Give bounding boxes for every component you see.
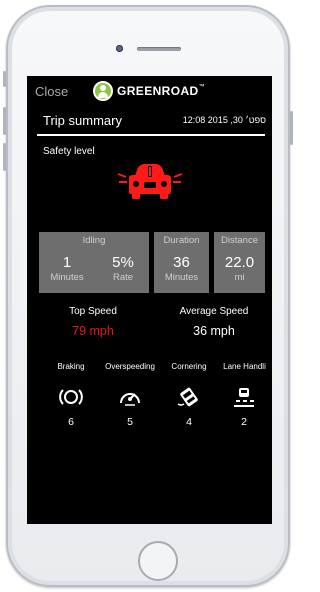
overspeeding-label: Overspeeding <box>105 362 155 371</box>
distance-value: 22.0 <box>224 254 255 271</box>
close-button[interactable]: Close <box>35 84 68 99</box>
page-title: Trip summary <box>43 113 122 128</box>
braking-count: 6 <box>68 416 74 428</box>
idling-minutes-value: 1 <box>62 254 72 271</box>
trip-date: 12:08 2015 ,30 ספט׳ <box>182 115 266 125</box>
distance-stat-box: Distance 22.0 mi <box>214 232 265 293</box>
idling-rate-unit: Rate <box>112 272 134 283</box>
cornering-count: 4 <box>186 416 192 428</box>
safety-level-label: Safety level <box>43 146 95 157</box>
header-divider <box>37 134 265 136</box>
greenroad-logo-icon <box>93 81 113 101</box>
lane-handling-icon[interactable] <box>230 386 258 408</box>
phone-side-button <box>3 71 6 87</box>
phone-volume-down-button <box>3 143 6 171</box>
duration-label: Duration <box>163 235 200 246</box>
phone-volume-up-button <box>3 107 6 135</box>
lane-handling-count: 2 <box>241 416 247 428</box>
app-screen: Close GREENROAD™ Trip summary 12:08 2015… <box>27 76 272 524</box>
idling-label: Idling <box>82 235 106 246</box>
safety-car-icon <box>117 164 183 199</box>
braking-label: Braking <box>57 362 85 371</box>
distance-label: Distance <box>221 235 258 246</box>
distance-unit: mi <box>234 272 245 283</box>
front-camera <box>116 45 123 52</box>
overspeeding-count: 5 <box>127 416 133 428</box>
lane-handling-label: Lane Handli <box>223 362 266 371</box>
trip-header: Trip summary 12:08 2015 ,30 ספט׳ <box>27 108 272 132</box>
cornering-label: Cornering <box>171 362 207 371</box>
top-speed-label: Top Speed <box>69 306 117 317</box>
nav-bar: Close GREENROAD™ <box>27 76 272 104</box>
earpiece-speaker <box>137 47 181 51</box>
braking-icon[interactable] <box>57 386 85 408</box>
cornering-icon[interactable] <box>175 386 203 408</box>
duration-value: 36 <box>173 254 190 271</box>
home-button[interactable] <box>138 541 178 581</box>
duration-stat-box: Duration 36 Minutes <box>154 232 209 293</box>
phone-power-button <box>290 111 293 145</box>
brand-name: GREENROAD™ <box>117 84 206 98</box>
top-speed-value: 79 mph <box>72 324 114 338</box>
duration-unit: Minutes <box>164 272 199 283</box>
greenroad-logo: GREENROAD™ <box>93 80 205 102</box>
overspeeding-icon[interactable] <box>116 386 144 408</box>
average-speed-value: 36 mph <box>193 324 235 338</box>
average-speed-label: Average Speed <box>179 306 249 317</box>
idling-rate-value: 5% <box>112 254 134 271</box>
idling-minutes-unit: Minutes <box>50 272 84 283</box>
idling-stat-box: Idling 1 Minutes 5% Rate <box>39 232 149 293</box>
